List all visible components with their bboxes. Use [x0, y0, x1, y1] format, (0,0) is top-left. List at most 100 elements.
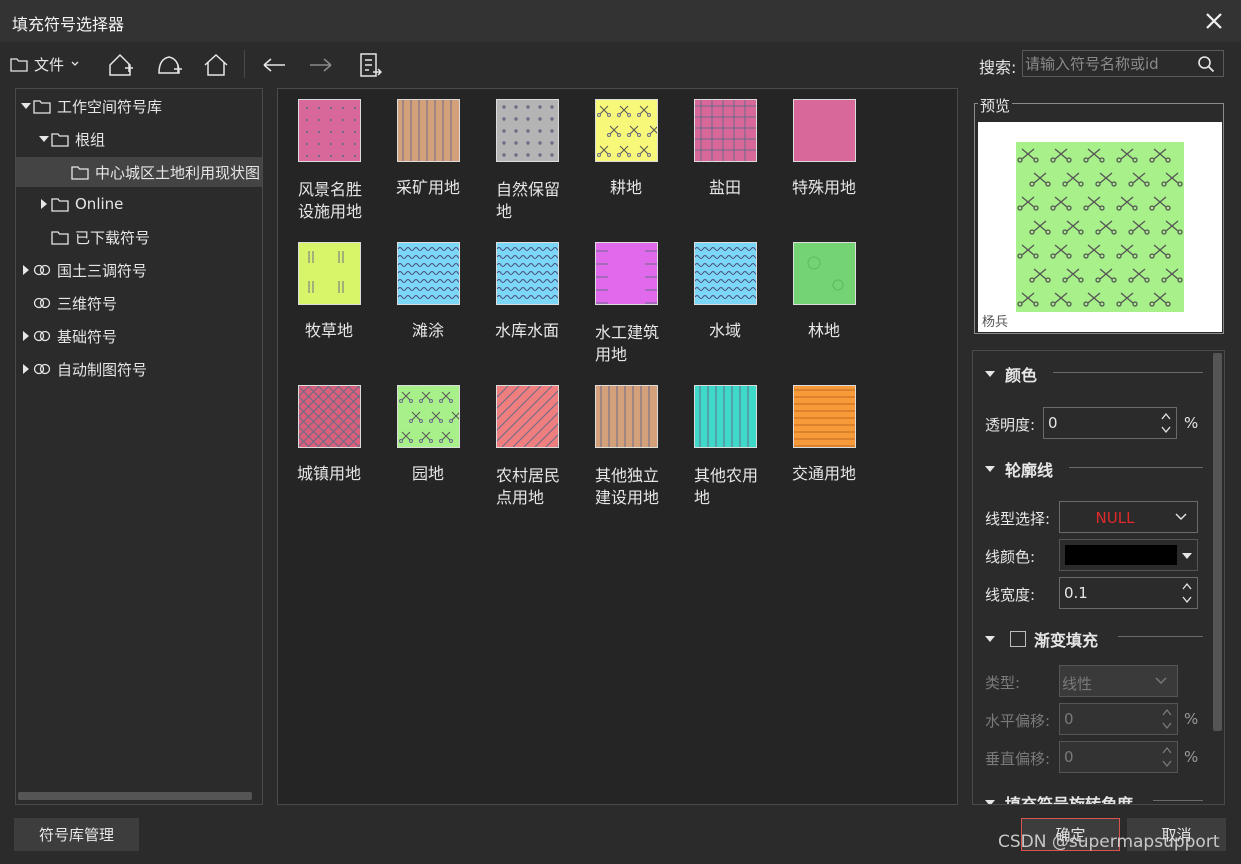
symbol-item[interactable]: 水域 [684, 232, 774, 372]
collapsed-triangle-icon[interactable] [20, 363, 32, 375]
gradient-type-select[interactable]: 线性 [1059, 665, 1178, 697]
collapse-triangle-icon[interactable] [984, 633, 996, 645]
symbol-label: 林地 [807, 321, 840, 340]
fill-pattern-icon [596, 243, 657, 304]
fill-pattern-icon [596, 100, 657, 161]
tree-item-downloaded[interactable]: 已下载符号 [50, 222, 150, 252]
line-width-spinbox[interactable]: 0.1 [1059, 577, 1198, 609]
fill-pattern-icon [596, 386, 657, 447]
symbol-item[interactable]: 其他独立建设用地 [585, 375, 675, 515]
fill-pattern-icon [497, 386, 558, 447]
spin-down-icon[interactable] [1160, 425, 1172, 435]
link-icon [33, 297, 51, 309]
expanded-triangle-icon[interactable] [20, 100, 32, 112]
forward-arrow-icon[interactable] [307, 51, 335, 79]
percent-sign: % [1184, 414, 1199, 432]
symbol-item[interactable]: 城镇用地 [288, 375, 378, 515]
preview-caption: 杨兵 [982, 315, 1009, 330]
import-icon[interactable] [356, 51, 384, 79]
folder-icon [33, 100, 51, 114]
symbol-library-manage-button[interactable]: 符号库管理 [14, 818, 139, 851]
symbol-swatch [694, 242, 757, 305]
symbol-item[interactable]: 特殊用地 [783, 89, 873, 229]
tree-item-landuse-map[interactable]: 中心城区土地利用现状图 [16, 157, 262, 187]
line-type-select[interactable]: NULL [1059, 501, 1198, 533]
symbol-swatch [298, 99, 361, 162]
symbol-item[interactable]: 其他农用地 [684, 375, 774, 515]
spin-up-icon[interactable] [1161, 745, 1173, 755]
v-offset-label: 垂直偏移: [985, 750, 1051, 768]
collapsed-triangle-icon[interactable] [20, 330, 32, 342]
symbol-item[interactable]: 交通用地 [783, 375, 873, 515]
tree-item-land-survey[interactable]: 国土三调符号 [20, 255, 147, 285]
symbol-swatch [496, 99, 559, 162]
spin-up-icon[interactable] [1181, 581, 1193, 591]
symbol-item[interactable]: 园地 [387, 375, 477, 515]
symbol-item[interactable]: 滩涂 [387, 232, 477, 372]
h-offset-spinbox[interactable]: 0 [1059, 703, 1178, 735]
collapse-triangle-icon[interactable] [984, 797, 996, 804]
file-menu-label: 文件 [34, 55, 65, 74]
fill-pattern-icon [794, 243, 855, 304]
symbol-swatch [496, 385, 559, 448]
add-symbol-icon[interactable] [155, 51, 183, 79]
expanded-triangle-icon[interactable] [38, 133, 50, 145]
spin-up-icon[interactable] [1160, 411, 1172, 421]
fill-pattern-icon [695, 100, 756, 161]
collapsed-triangle-icon[interactable] [20, 264, 32, 276]
tree-item-online[interactable]: Online [38, 189, 123, 219]
symbol-item[interactable]: 农村居民点用地 [486, 375, 576, 515]
collapse-triangle-icon[interactable] [984, 368, 996, 380]
collapsed-triangle-icon[interactable] [38, 198, 50, 210]
folder-icon [10, 58, 28, 72]
gradient-checkbox[interactable] [1010, 631, 1026, 647]
symbol-item[interactable]: 林地 [783, 232, 873, 372]
home-icon[interactable] [202, 51, 230, 79]
spin-down-icon[interactable] [1161, 721, 1173, 731]
preview-title: 预览 [978, 95, 1013, 116]
fill-pattern-icon [398, 243, 459, 304]
spin-down-icon[interactable] [1161, 759, 1173, 769]
spin-down-icon[interactable] [1181, 595, 1193, 605]
line-width-label: 线宽度: [985, 586, 1036, 604]
fill-pattern-icon [497, 100, 558, 161]
vertical-scrollbar[interactable] [1213, 353, 1222, 731]
transparency-spinbox[interactable]: 0 [1043, 407, 1177, 439]
symbol-item[interactable]: 耕地 [585, 89, 675, 229]
symbol-item[interactable]: 水工建筑用地 [585, 232, 675, 372]
symbol-item[interactable]: 采矿用地 [387, 89, 477, 229]
section-gradient[interactable]: 渐变填充 [984, 627, 1098, 651]
tree-item-auto-mapping[interactable]: 自动制图符号 [20, 354, 147, 384]
collapse-triangle-icon[interactable] [984, 463, 996, 475]
tree-item-label: Online [75, 195, 124, 213]
file-menu-button[interactable]: 文件 [10, 52, 80, 76]
section-color[interactable]: 颜色 [984, 362, 1037, 386]
fill-pattern-icon [398, 100, 459, 161]
search-input[interactable] [1023, 51, 1193, 76]
section-rotation[interactable]: 填充符号旋转角度 [984, 791, 1133, 804]
line-color-picker[interactable] [1059, 539, 1198, 571]
section-rotation-title: 填充符号旋转角度 [1005, 791, 1133, 804]
symbol-item[interactable]: 风景名胜设施用地 [288, 89, 378, 229]
folder-icon [71, 166, 89, 180]
symbol-item[interactable]: 水库水面 [486, 232, 576, 372]
symbol-item[interactable]: 自然保留地 [486, 89, 576, 229]
symbol-item[interactable]: 牧草地 [288, 232, 378, 372]
symbol-item[interactable]: 盐田 [684, 89, 774, 229]
close-icon[interactable] [1201, 8, 1227, 34]
line-width-value: 0.1 [1064, 584, 1088, 602]
tree-item-3d[interactable]: 三维符号 [32, 288, 117, 318]
symbol-swatch [298, 242, 361, 305]
spin-up-icon[interactable] [1161, 707, 1173, 717]
horizontal-scrollbar[interactable] [18, 792, 252, 800]
search-icon[interactable] [1197, 55, 1215, 73]
new-group-icon[interactable] [106, 51, 134, 79]
tree-item-workspace-library[interactable]: 工作空间符号库 [20, 91, 162, 121]
v-offset-spinbox[interactable]: 0 [1059, 741, 1178, 773]
symbol-swatch [793, 385, 856, 448]
section-outline[interactable]: 轮廓线 [984, 457, 1053, 481]
tree-item-basic[interactable]: 基础符号 [20, 321, 117, 351]
back-arrow-icon[interactable] [260, 51, 288, 79]
tree-item-root-group[interactable]: 根组 [38, 124, 105, 154]
line-type-label: 线型选择: [985, 510, 1051, 528]
